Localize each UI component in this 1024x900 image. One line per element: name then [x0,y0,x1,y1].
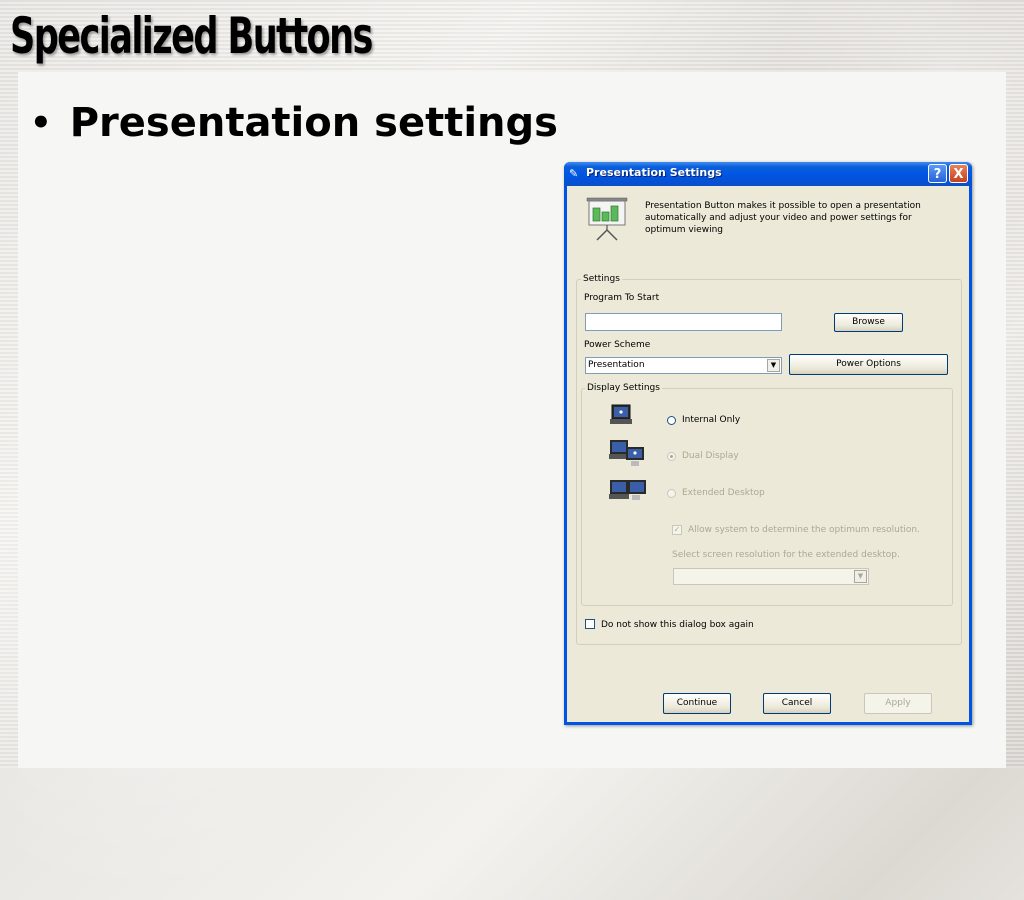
dual-display-icon [609,440,644,466]
single-monitor-icon [610,404,632,424]
presentation-settings-dialog: ✎ Presentation Settings ? X Presentation… [564,162,972,725]
chevron-down-icon[interactable]: ▼ [854,570,867,583]
extended-desktop-radio[interactable] [667,489,676,498]
extended-desktop-label: Extended Desktop [682,488,765,498]
select-resolution-label: Select screen resolution for the extende… [672,550,900,560]
allow-system-label: Allow system to determine the optimum re… [688,525,920,535]
dialog-description: Presentation Button makes it possible to… [645,201,921,235]
dialog-titlebar[interactable]: ✎ Presentation Settings ? X [564,162,972,186]
power-options-button[interactable]: Power Options [789,354,948,375]
slide-title: Specialized Buttons [10,7,373,65]
program-to-start-label: Program To Start [584,293,660,303]
settings-group-label: Settings [581,274,622,284]
dual-display-label: Dual Display [682,451,739,461]
chevron-down-icon[interactable]: ▼ [767,359,780,372]
dont-show-checkbox[interactable] [585,619,595,629]
projector-screen-icon [586,197,628,241]
extended-desktop-icon [609,480,646,500]
dialog-client-area: Presentation Button makes it possible to… [567,186,969,722]
power-scheme-label: Power Scheme [584,340,651,350]
dialog-title: Presentation Settings [586,166,722,179]
internal-only-label: Internal Only [682,415,741,425]
bullet-item: • Presentation settings [30,100,558,146]
display-settings-label: Display Settings [585,383,662,393]
close-button[interactable]: X [949,164,968,183]
program-to-start-input[interactable] [585,313,782,331]
power-scheme-select[interactable]: Presentation ▼ [585,357,782,374]
browse-button[interactable]: Browse [834,313,903,332]
dont-show-label: Do not show this dialog box again [601,620,754,630]
presentation-icon: ✎ [569,167,579,180]
help-button[interactable]: ? [928,164,947,183]
power-scheme-value: Presentation [588,360,645,370]
apply-button[interactable]: Apply [864,693,932,714]
dual-display-radio[interactable] [667,452,676,461]
allow-system-checkbox[interactable]: ✓ [672,525,682,535]
cancel-button[interactable]: Cancel [763,693,831,714]
bullet-text: Presentation settings [69,100,558,146]
internal-only-radio[interactable] [667,416,676,425]
bullet-dot: • [30,103,52,143]
resolution-select[interactable]: ▼ [673,568,869,585]
continue-button[interactable]: Continue [663,693,731,714]
